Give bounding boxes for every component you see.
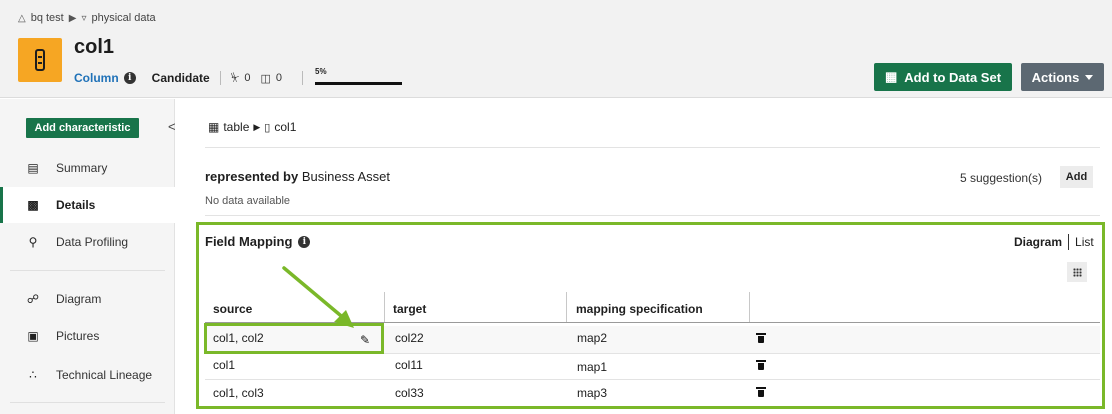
field-mapping-title: Field Mapping i: [205, 234, 311, 249]
divider: [302, 71, 304, 85]
breadcrumb-community[interactable]: bq test: [31, 12, 64, 24]
grid-icon: [1072, 267, 1082, 277]
domain-icon: ▿: [81, 12, 87, 24]
community-icon: △: [18, 12, 26, 24]
trash-icon[interactable]: [756, 387, 766, 397]
field-mapping-title-label: Field Mapping: [205, 234, 293, 249]
add-characteristic-button[interactable]: Add characteristic: [26, 118, 139, 138]
divider: [205, 147, 1100, 148]
breadcrumb-chevron-icon: ▶: [68, 12, 77, 24]
clipboard-icon: ▤: [27, 161, 39, 175]
dataset-icon: ▦: [884, 69, 898, 84]
mapping-spec-cell[interactable]: map3: [577, 379, 607, 407]
divider: [205, 215, 1100, 216]
divider: [219, 71, 221, 85]
mapping-spec-cell[interactable]: map1: [577, 353, 607, 381]
view-list-tab[interactable]: List: [1075, 235, 1094, 249]
column-header-mapping-specification[interactable]: mapping specification: [576, 296, 703, 322]
asset-meta: Column i Candidate ⏧ 0 ◫ 0 5%: [74, 67, 403, 87]
lineage-icon: ∴: [29, 368, 37, 382]
column-divider: [566, 292, 567, 322]
comment-icon: ◫: [260, 72, 271, 85]
comments-count[interactable]: ◫ 0: [261, 72, 283, 85]
sidebar-item-technical-lineage[interactable]: ∴ Technical Lineage: [0, 357, 175, 393]
source-cell[interactable]: col1, col3: [213, 379, 264, 407]
add-to-dataset-label: Add to Data Set: [904, 69, 1002, 85]
asset-type[interactable]: Column i: [74, 71, 136, 85]
sidebar-item-label: Data Profiling: [56, 235, 129, 249]
diagram-icon: ☍: [26, 292, 40, 306]
picture-icon: ▣: [27, 329, 39, 343]
column-asset-icon: [18, 38, 62, 82]
tag-icon: ⏧: [230, 71, 240, 84]
represented-by-title: represented by Business Asset: [205, 169, 390, 184]
breadcrumb: △ bq test ▶ ▿ physical data: [18, 12, 156, 24]
column-settings-button[interactable]: [1067, 262, 1087, 282]
represented-by-prefix: represented by: [205, 169, 299, 184]
trash-icon[interactable]: [756, 360, 766, 370]
divider: [1068, 234, 1070, 250]
represented-by-target: Business Asset: [301, 169, 390, 184]
column-header-target[interactable]: target: [393, 296, 426, 322]
tags-count-value: 0: [244, 72, 251, 84]
row-divider: [205, 379, 1100, 380]
details-icon: ▩: [27, 198, 39, 212]
view-diagram-tab[interactable]: Diagram: [1014, 235, 1062, 249]
annotation-arrow: [282, 266, 354, 328]
suggestions-link[interactable]: 5 suggestion(s): [960, 171, 1042, 185]
path-table[interactable]: table: [223, 120, 249, 134]
target-cell[interactable]: col33: [395, 379, 424, 407]
page-title: col1: [74, 36, 115, 58]
comments-count-value: 0: [275, 72, 283, 84]
sidebar-item-label: Summary: [56, 161, 108, 175]
status-label[interactable]: Candidate: [152, 71, 210, 85]
path-column[interactable]: col1: [274, 120, 296, 134]
profiling-icon: ⚲: [28, 235, 38, 249]
info-icon[interactable]: i: [123, 72, 136, 84]
table-icon: ▦: [208, 120, 220, 134]
asset-path: ▦ table ▶ ▯ col1: [208, 120, 296, 134]
target-cell[interactable]: col22: [395, 324, 424, 352]
info-icon[interactable]: i: [298, 235, 311, 248]
column-divider: [749, 292, 750, 322]
sidebar-item-data-profiling[interactable]: ⚲ Data Profiling: [0, 224, 175, 260]
sidebar-item-label: Diagram: [56, 292, 102, 306]
column-icon: ▯: [264, 121, 271, 134]
view-toggle: Diagram List: [1014, 234, 1094, 250]
asset-type-label: Column: [74, 71, 119, 85]
sidebar-item-pictures[interactable]: ▣ Pictures: [0, 318, 175, 354]
sidebar: Add characteristic < ▤ Summary ▩ Details…: [0, 99, 176, 414]
actions-button[interactable]: Actions: [1021, 63, 1104, 91]
sidebar-divider: [10, 270, 165, 271]
column-header-source[interactable]: source: [213, 296, 252, 322]
chevron-down-icon: [1085, 74, 1094, 80]
column-divider: [384, 292, 385, 322]
completion-progress: 5%: [315, 67, 403, 87]
collapse-sidebar-icon[interactable]: <: [168, 119, 176, 134]
completion-label: 5%: [315, 67, 327, 76]
sidebar-item-diagram[interactable]: ☍ Diagram: [0, 281, 175, 317]
trash-icon[interactable]: [756, 333, 766, 343]
source-cell[interactable]: col1: [213, 351, 235, 379]
path-chevron-icon: ▶: [253, 121, 261, 132]
sidebar-item-label: Pictures: [56, 329, 100, 343]
sidebar-item-summary[interactable]: ▤ Summary: [0, 150, 175, 186]
represented-by-empty: No data available: [205, 195, 291, 207]
actions-label: Actions: [1031, 69, 1080, 85]
mapping-spec-cell[interactable]: map2: [577, 324, 607, 352]
completion-bar: [315, 82, 403, 85]
add-relation-button[interactable]: Add: [1060, 166, 1093, 188]
sidebar-item-label: Details: [56, 198, 96, 212]
breadcrumb-domain[interactable]: physical data: [91, 12, 155, 24]
sidebar-divider: [10, 402, 165, 403]
target-cell[interactable]: col11: [395, 351, 423, 379]
add-to-dataset-button[interactable]: ▦ Add to Data Set: [874, 63, 1012, 91]
sidebar-item-details[interactable]: ▩ Details: [0, 187, 175, 223]
sidebar-item-label: Technical Lineage: [56, 368, 153, 382]
asset-header: △ bq test ▶ ▿ physical data col1 Column …: [0, 0, 1112, 98]
tags-count[interactable]: ⏧ 0: [231, 72, 251, 85]
pencil-icon[interactable]: ✎: [360, 333, 370, 347]
